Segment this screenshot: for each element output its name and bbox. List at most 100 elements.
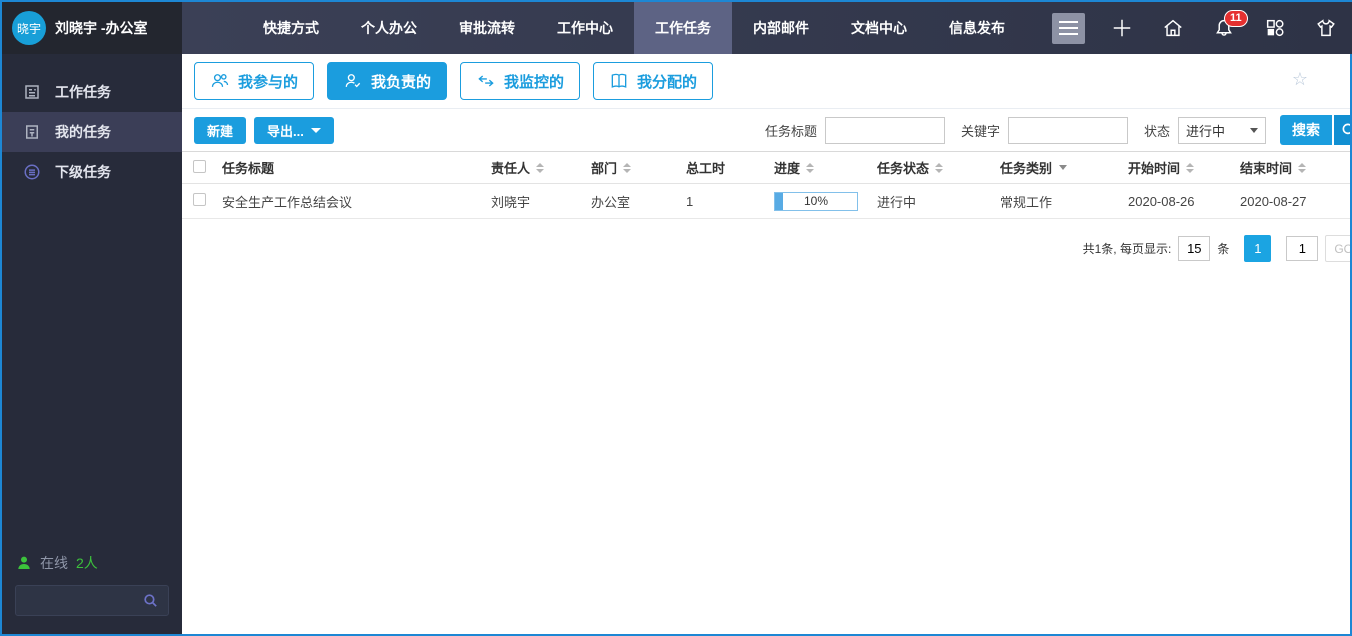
- pagination-summary: 共1条, 每页显示:: [1082, 242, 1172, 256]
- filter-tab-participating[interactable]: 我参与的: [194, 62, 315, 100]
- filter-tab-assigned[interactable]: 我分配的: [593, 62, 714, 100]
- top-header: 晓宇 刘晓宇 -办公室 快捷方式 个人办公 审批流转 工作中心 工作任务 内部邮…: [2, 2, 1352, 54]
- col-progress[interactable]: 进度: [774, 158, 877, 177]
- cell-start-date: 2020-08-26: [1128, 193, 1195, 209]
- cell-owner: 刘晓宇: [491, 194, 531, 210]
- cell-task-title[interactable]: 安全生产工作总结会议: [222, 192, 491, 211]
- menu-hamburger-icon[interactable]: [1052, 12, 1085, 44]
- cell-end-date: 2020-08-27: [1240, 193, 1307, 209]
- sort-icon[interactable]: [935, 162, 944, 173]
- export-label: 导出...: [267, 123, 304, 139]
- sort-icon[interactable]: [1298, 162, 1307, 173]
- export-button[interactable]: 导出...: [254, 116, 334, 144]
- transfer-arrows-icon: [478, 75, 494, 87]
- cell-task-status: 进行中: [877, 194, 917, 210]
- cell-department: 办公室: [591, 194, 631, 210]
- chevron-down-icon: [1250, 127, 1258, 133]
- col-task-title[interactable]: 任务标题: [222, 158, 491, 177]
- sort-icon[interactable]: [806, 162, 815, 173]
- col-owner[interactable]: 责任人: [491, 158, 591, 177]
- filter-tab-label: 我分配的: [637, 73, 698, 91]
- task-title-input[interactable]: [824, 116, 945, 144]
- circle-list-icon: [24, 164, 40, 180]
- pagination: 共1条, 每页显示: 条 1 GO: [182, 235, 1350, 262]
- nav-items: 快捷方式 个人办公 审批流转 工作中心 工作任务 内部邮件 文档中心 信息发布: [242, 2, 1026, 54]
- nav-tab-internal-mail[interactable]: 内部邮件: [732, 2, 830, 54]
- status-select[interactable]: 进行中: [1178, 116, 1266, 144]
- nav-tab-info-publish[interactable]: 信息发布: [928, 2, 1026, 54]
- progress-fill: [775, 192, 784, 210]
- notification-badge: 11: [1224, 10, 1248, 27]
- user-menu[interactable]: 晓宇 刘晓宇 -办公室: [2, 2, 182, 54]
- search-button[interactable]: 搜索: [1280, 115, 1332, 145]
- page-size-input[interactable]: [1178, 236, 1211, 261]
- progress-label: 10%: [803, 194, 829, 208]
- add-icon[interactable]: [1111, 17, 1133, 39]
- nav-tab-work-tasks[interactable]: 工作任务: [634, 2, 732, 54]
- toolbar: 新建 导出... 任务标题 关键字 状态 进行中 搜索: [182, 109, 1350, 151]
- nav-tab-approval-flow[interactable]: 审批流转: [438, 2, 536, 54]
- avatar[interactable]: 晓宇: [12, 11, 46, 45]
- page-jump-input[interactable]: [1286, 236, 1319, 261]
- nav-tab-document-center[interactable]: 文档中心: [830, 2, 928, 54]
- filter-tab-label: 我负责的: [371, 73, 432, 91]
- person-check-icon: [345, 74, 361, 88]
- sidebar-item-label: 我的任务: [55, 124, 111, 140]
- nav-tab-shortcuts[interactable]: 快捷方式: [242, 2, 340, 54]
- task-title-label: 任务标题: [764, 123, 817, 139]
- table-row[interactable]: 安全生产工作总结会议 刘晓宇 办公室 1 10% 进行中 常规工作 2020-0…: [182, 184, 1350, 219]
- table-header: 任务标题 责任人 部门 总工时 进度 任务状态 任务类别 开始时间 结束时间: [182, 151, 1350, 184]
- notifications-bell-icon[interactable]: 11: [1213, 10, 1248, 39]
- col-department[interactable]: 部门: [591, 158, 686, 177]
- chevron-down-icon: [310, 127, 321, 133]
- home-icon[interactable]: [1162, 17, 1184, 39]
- sidebar-item-subordinate-tasks[interactable]: 下级任务: [2, 152, 182, 192]
- col-total-hours[interactable]: 总工时: [686, 158, 774, 177]
- filter-tab-responsible[interactable]: 我负责的: [327, 62, 448, 100]
- sort-icon[interactable]: [623, 162, 632, 173]
- main-content: 我参与的 我负责的 我监控的 我分配的 ☆ 新建 导出... 任务标题 关键字 …: [182, 54, 1350, 634]
- search-icon: [1342, 123, 1350, 135]
- row-checkbox[interactable]: [193, 193, 206, 206]
- apps-grid-icon[interactable]: [1264, 17, 1286, 39]
- col-task-category[interactable]: 任务类别: [1000, 158, 1128, 177]
- sort-icon[interactable]: [536, 162, 545, 173]
- filter-dropdown-icon[interactable]: [1059, 165, 1068, 170]
- user-name: 刘晓宇 -办公室: [55, 20, 148, 36]
- nav-tab-personal-office[interactable]: 个人办公: [340, 2, 438, 54]
- online-label: 在线: [40, 555, 68, 571]
- keyword-input[interactable]: [1007, 116, 1128, 144]
- document-icon: [26, 125, 38, 139]
- sort-icon[interactable]: [1186, 162, 1195, 173]
- keyword-label: 关键字: [960, 123, 1000, 139]
- theme-shirt-icon[interactable]: [1315, 17, 1337, 39]
- search-icon[interactable]: [142, 592, 159, 609]
- favorite-star-icon[interactable]: ☆: [1292, 70, 1308, 88]
- search-icon-button[interactable]: [1334, 115, 1350, 145]
- sidebar-search-input[interactable]: [15, 585, 169, 616]
- sidebar-item-my-tasks[interactable]: 我的任务: [2, 112, 182, 152]
- sidebar-item-work-tasks[interactable]: 工作任务: [2, 72, 182, 112]
- online-user-icon: [18, 556, 30, 569]
- status-label: 状态: [1143, 123, 1170, 139]
- search-group: 搜索: [1280, 115, 1350, 145]
- cell-task-category: 常规工作: [1000, 194, 1053, 210]
- filter-tab-label: 我参与的: [238, 73, 299, 91]
- filter-tab-label: 我监控的: [504, 73, 565, 91]
- col-end-date[interactable]: 结束时间: [1240, 158, 1350, 177]
- people-icon: [211, 74, 229, 87]
- filter-tab-monitoring[interactable]: 我监控的: [460, 62, 581, 100]
- current-page-button[interactable]: 1: [1244, 235, 1272, 262]
- online-status: 在线 2人: [2, 553, 182, 573]
- filter-tabs: 我参与的 我负责的 我监控的 我分配的 ☆: [182, 54, 1350, 109]
- new-button[interactable]: 新建: [194, 116, 247, 144]
- col-start-date[interactable]: 开始时间: [1128, 158, 1240, 177]
- app-window: 晓宇 刘晓宇 -办公室 快捷方式 个人办公 审批流转 工作中心 工作任务 内部邮…: [2, 2, 1352, 634]
- cell-total-hours: 1: [686, 193, 694, 209]
- col-task-status[interactable]: 任务状态: [877, 158, 1000, 177]
- online-count: 2人: [76, 555, 98, 571]
- go-button[interactable]: GO: [1325, 235, 1350, 262]
- cell-progress: 10%: [774, 191, 877, 211]
- nav-tab-work-center[interactable]: 工作中心: [536, 2, 634, 54]
- select-all-checkbox[interactable]: [193, 159, 206, 173]
